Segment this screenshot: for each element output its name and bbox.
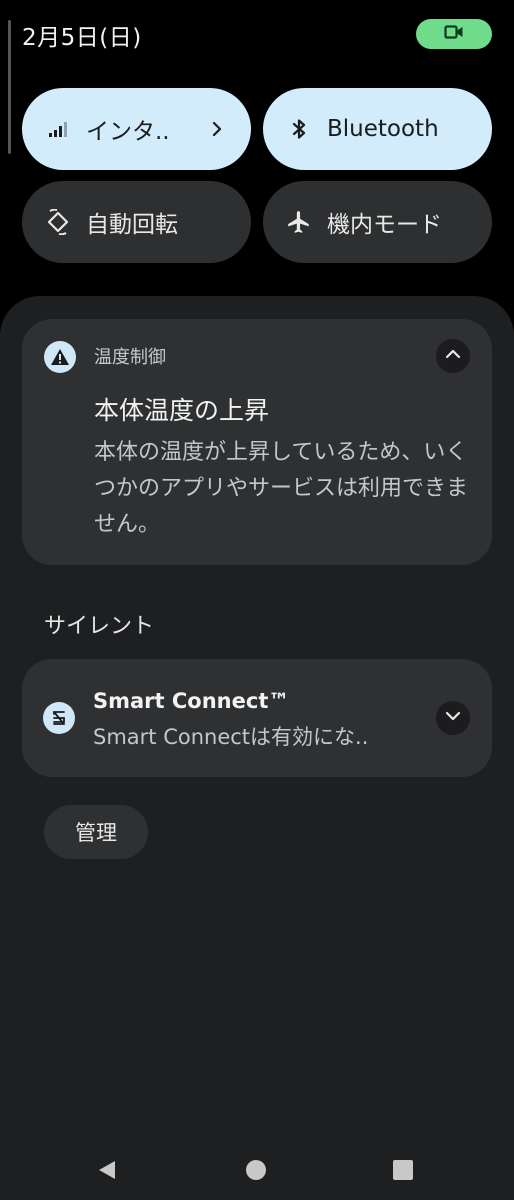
- tile-label: Bluetooth: [327, 116, 439, 142]
- notification-thermal[interactable]: 温度制御 本体温度の上昇 本体の温度が上昇しているため、いくつかのアプリやサービ…: [22, 319, 492, 565]
- recents-square-icon[interactable]: [388, 1155, 418, 1185]
- notification-title: 本体温度の上昇: [94, 396, 270, 425]
- notification-text: Smart Connectは有効にな..: [93, 725, 369, 749]
- back-triangle-icon[interactable]: [92, 1155, 122, 1185]
- manage-button[interactable]: 管理: [44, 805, 148, 859]
- screen-record-chip[interactable]: [416, 19, 492, 49]
- warning-icon: [44, 341, 76, 373]
- notification-smart-connect[interactable]: Smart Connect™ Smart Connectは有効にな..: [22, 659, 492, 777]
- notification-app-name: 温度制御: [94, 347, 166, 368]
- scroll-indicator: [8, 20, 11, 154]
- signal-icon: [44, 115, 72, 143]
- tile-auto-rotate[interactable]: 自動回転: [22, 181, 251, 263]
- chevron-down-icon: [444, 707, 462, 729]
- notification-title: Smart Connect™: [93, 689, 290, 713]
- chevron-up-icon: [444, 345, 462, 367]
- collapse-button[interactable]: [436, 339, 470, 373]
- notification-body: 本体の温度が上昇しているため、いくつかのアプリやサービスは利用できません。: [94, 440, 469, 537]
- status-date: 2月5日(日): [22, 25, 142, 51]
- home-circle-icon[interactable]: [241, 1155, 271, 1185]
- silent-section-label: サイレント: [44, 614, 155, 639]
- auto-rotate-icon: [44, 208, 72, 236]
- expand-button[interactable]: [436, 701, 470, 735]
- tile-airplane-mode[interactable]: 機内モード: [263, 181, 492, 263]
- tile-bluetooth[interactable]: Bluetooth: [263, 88, 492, 170]
- tile-internet[interactable]: インタ..: [22, 88, 251, 170]
- chevron-right-icon: [205, 117, 229, 141]
- tile-label: 自動回転: [86, 212, 178, 238]
- smart-connect-icon: [43, 702, 75, 734]
- airplane-icon: [285, 208, 313, 236]
- tile-label: インタ..: [86, 119, 170, 145]
- bluetooth-icon: [285, 115, 313, 143]
- tile-label: 機内モード: [327, 212, 442, 238]
- videocam-icon: [444, 24, 464, 44]
